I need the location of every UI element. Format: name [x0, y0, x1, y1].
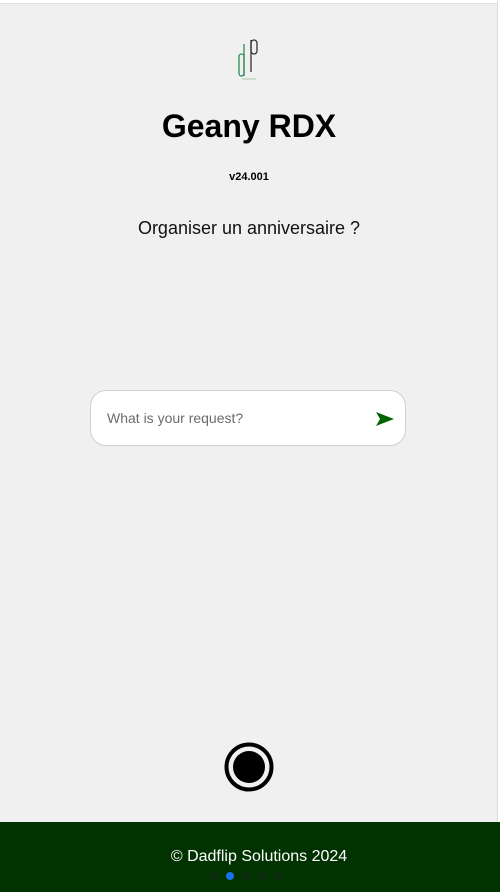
pagination-dot[interactable] [258, 872, 266, 880]
pagination-dot[interactable] [210, 872, 218, 880]
prompt-suggestion: Organiser un anniversaire ? [137, 218, 361, 238]
version-label: v24.001 [229, 171, 269, 183]
send-arrow-icon[interactable] [375, 409, 395, 429]
pagination-dot-active[interactable] [226, 872, 234, 880]
request-input-container [90, 390, 406, 446]
pagination-dot[interactable] [274, 872, 282, 880]
top-border [0, 0, 500, 4]
copyright-text: © Dadflip Solutions 2024 [170, 848, 348, 865]
record-icon[interactable] [224, 742, 274, 792]
request-input[interactable] [105, 405, 369, 431]
pagination-dot[interactable] [242, 872, 250, 880]
pagination-dots [210, 872, 282, 882]
app-title: Geany RDX [161, 108, 337, 144]
dp-logo-icon [236, 36, 262, 82]
footer: © Dadflip Solutions 2024 [0, 822, 500, 892]
